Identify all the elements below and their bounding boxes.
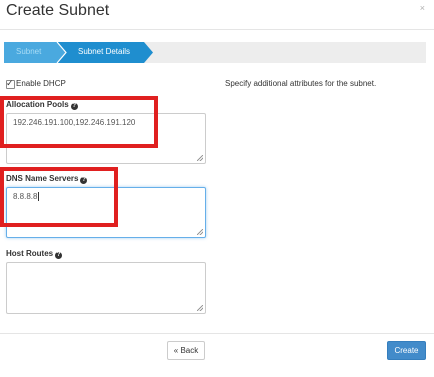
allocation-pools-label-text: Allocation Pools — [6, 100, 69, 109]
create-button[interactable]: Create — [387, 341, 426, 360]
host-routes-label-text: Host Routes — [6, 249, 54, 258]
dns-name-servers-label: DNS Name Servers? — [6, 174, 88, 184]
dns-name-servers-label-text: DNS Name Servers — [6, 174, 79, 183]
dns-name-servers-value: 8.8.8.8 — [13, 192, 38, 201]
wizard-step-subnet[interactable]: Subnet — [16, 47, 41, 56]
question-circle-icon: ? — [80, 177, 88, 184]
help-text: Specify additional attributes for the su… — [225, 79, 377, 88]
header-divider — [0, 29, 434, 30]
resize-handle-icon[interactable] — [197, 305, 203, 311]
allocation-pools-label: Allocation Pools? — [6, 100, 78, 110]
host-routes-textarea[interactable] — [6, 262, 206, 314]
enable-dhcp-checkbox[interactable] — [6, 78, 15, 89]
close-icon[interactable]: × — [420, 3, 425, 13]
wizard-arrows — [4, 42, 153, 63]
text-caret — [38, 192, 40, 201]
question-circle-icon: ? — [70, 103, 78, 110]
allocation-pools-value: 192.246.191.100,192.246.191.120 — [13, 118, 136, 127]
back-button[interactable]: « Back — [167, 341, 205, 360]
resize-handle-icon[interactable] — [197, 229, 203, 235]
allocation-pools-textarea[interactable]: 192.246.191.100,192.246.191.120 — [6, 113, 206, 164]
footer-divider — [0, 333, 434, 334]
wizard-steps: Subnet Subnet Details — [4, 42, 426, 63]
host-routes-label: Host Routes? — [6, 249, 63, 259]
modal-title: Create Subnet — [6, 2, 110, 19]
enable-dhcp-label: Enable DHCP — [16, 79, 66, 88]
wizard-step-subnet-details[interactable]: Subnet Details — [78, 47, 130, 56]
resize-handle-icon[interactable] — [197, 155, 203, 161]
dns-name-servers-textarea[interactable]: 8.8.8.8 — [6, 187, 206, 238]
question-circle-icon: ? — [55, 252, 63, 259]
